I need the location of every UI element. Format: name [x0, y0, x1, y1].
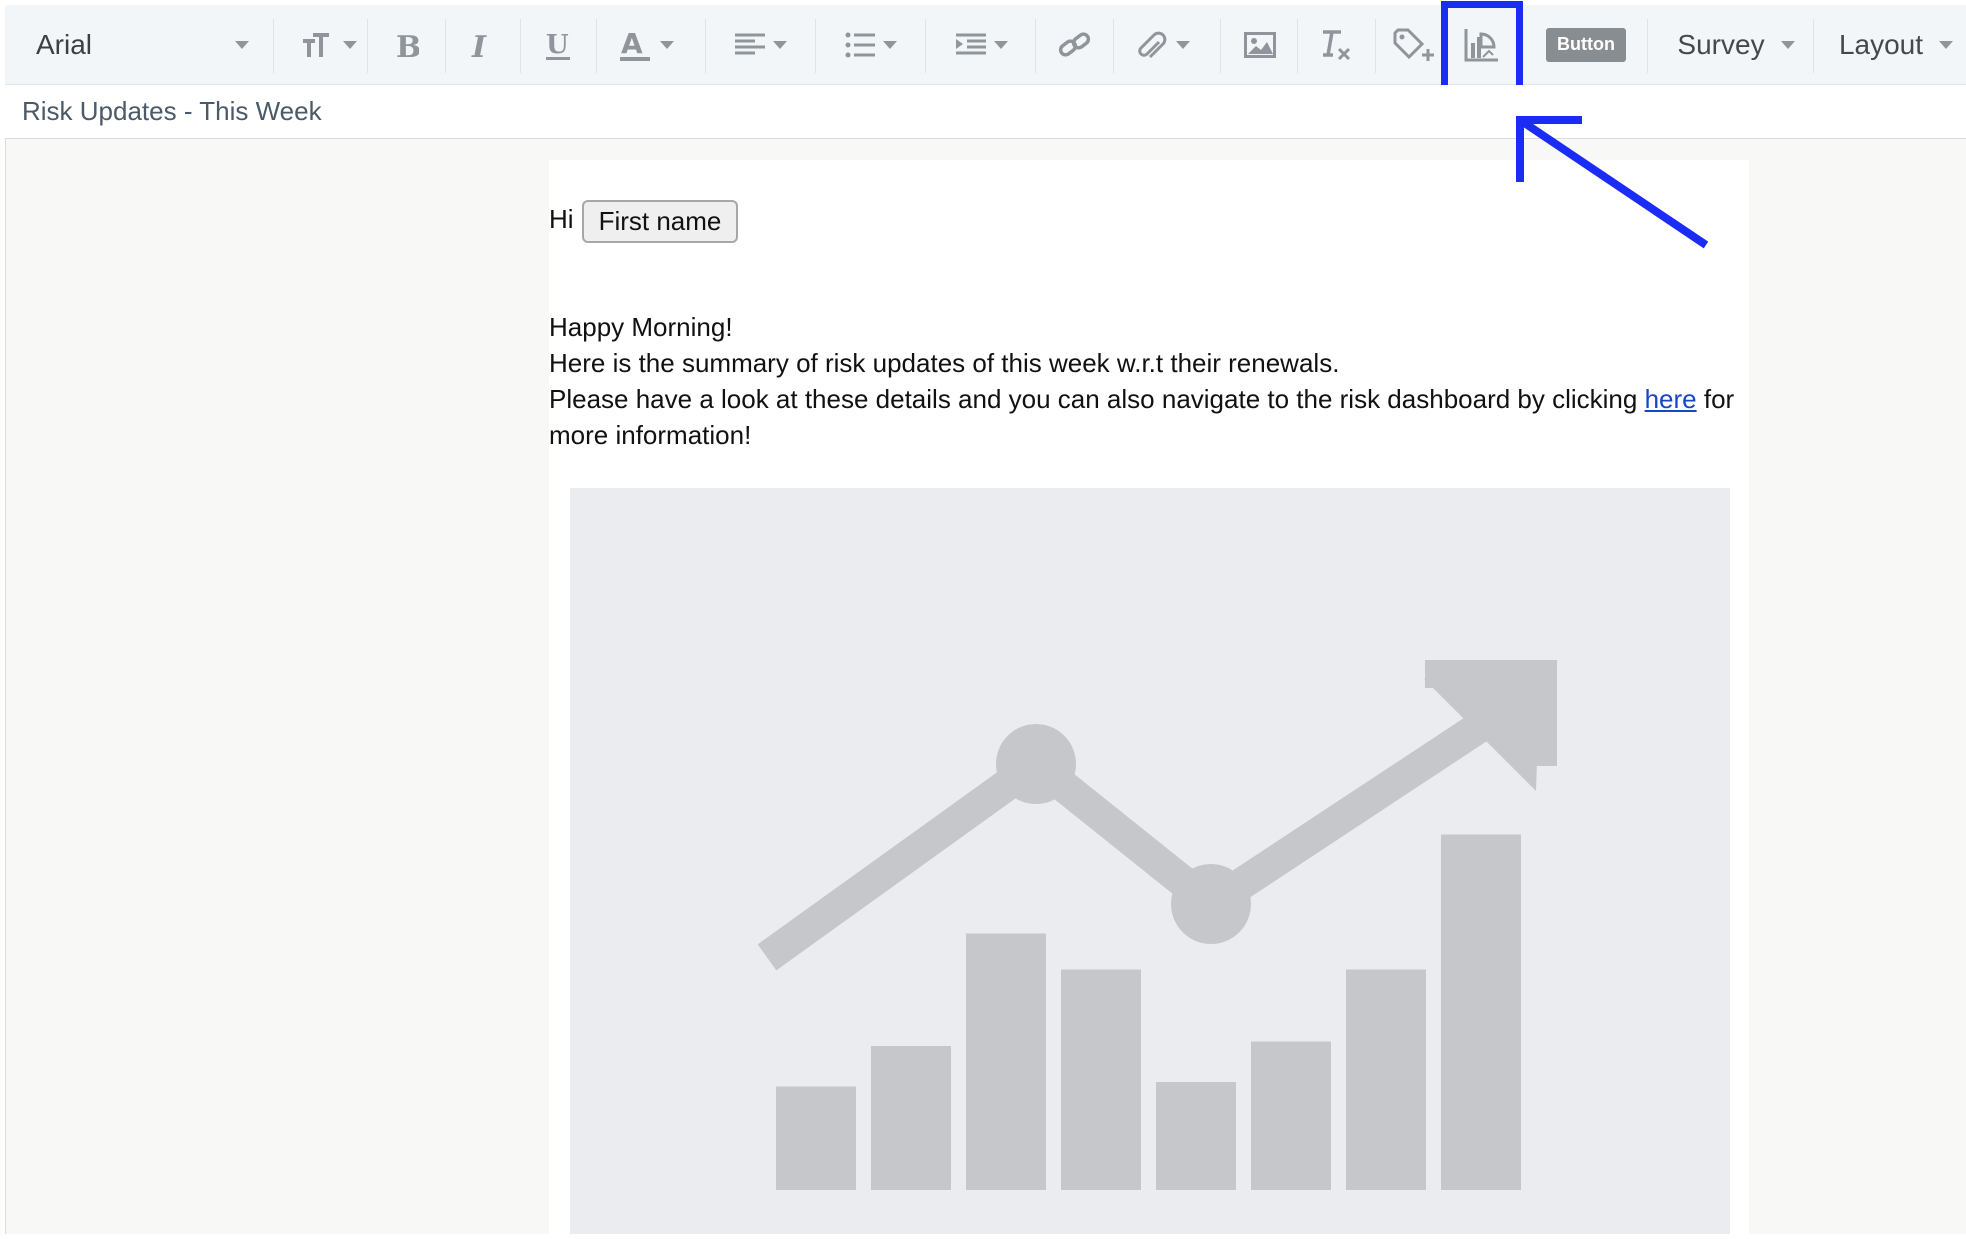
text-size-icon	[303, 32, 329, 57]
text-size-button[interactable]	[289, 5, 369, 84]
attachment-icon	[1138, 31, 1167, 58]
insert-button-chip[interactable]: Button	[1541, 5, 1631, 84]
toolbar-divider	[815, 19, 816, 73]
placeholder-bar	[871, 1046, 951, 1190]
list-button[interactable]	[833, 5, 909, 84]
annotation-arrow-icon	[1516, 116, 1709, 249]
editor-toolbar: Arial B I U A Button Survey Layout	[5, 5, 1966, 85]
chevron-down-icon	[994, 40, 1008, 49]
add-tag-button[interactable]	[1381, 5, 1447, 84]
toolbar-divider	[273, 19, 274, 73]
bold-icon: B	[396, 30, 419, 60]
toolbar-divider	[1647, 19, 1648, 73]
chevron-down-icon	[660, 40, 674, 49]
subject-field[interactable]: Risk Updates - This Week	[22, 96, 322, 127]
summary-sentence: Here is the summary of risk updates of t…	[549, 348, 1340, 378]
text-color-button[interactable]: A	[608, 5, 684, 84]
svg-text:I: I	[471, 30, 487, 60]
dashboard-sentence-start: Please have a look at these details and …	[549, 384, 1645, 414]
link-button[interactable]	[1045, 5, 1105, 84]
survey-menu-label: Survey	[1677, 28, 1765, 60]
font-family-value: Arial	[36, 28, 93, 60]
toolbar-divider	[925, 19, 926, 73]
placeholder-bar	[1251, 1041, 1331, 1190]
svg-text:B: B	[396, 30, 419, 60]
chevron-down-icon	[1780, 40, 1795, 49]
survey-menu[interactable]: Survey	[1661, 5, 1811, 84]
toolbar-divider	[705, 19, 706, 73]
clear-format-icon	[1323, 29, 1351, 60]
placeholder-bar	[966, 933, 1046, 1190]
dashboard-link[interactable]: here	[1645, 384, 1697, 414]
chevron-down-icon	[1176, 40, 1190, 49]
placeholder-bar	[1441, 834, 1521, 1190]
align-button[interactable]	[723, 5, 799, 84]
button-chip-label: Button	[1546, 27, 1626, 62]
italic-icon: I	[471, 30, 487, 60]
tag-add-icon	[1393, 28, 1434, 61]
link-icon	[1058, 31, 1091, 57]
layout-menu-label: Layout	[1838, 28, 1924, 60]
placeholder-bar	[1061, 969, 1141, 1190]
chevron-down-icon	[343, 40, 357, 49]
chevron-down-icon	[773, 40, 787, 49]
toolbar-divider	[367, 19, 368, 73]
toolbar-divider	[1297, 19, 1298, 73]
greeting-line: Hi First name	[549, 196, 739, 243]
toolbar-divider	[596, 19, 597, 73]
toolbar-divider	[520, 19, 521, 73]
image-icon	[1244, 31, 1276, 58]
toolbar-divider	[445, 19, 446, 73]
font-family-select[interactable]: Arial	[19, 5, 259, 84]
layout-menu[interactable]: Layout	[1825, 5, 1966, 84]
attachment-button[interactable]	[1125, 5, 1201, 84]
underline-icon: U	[546, 30, 570, 60]
placeholder-bar	[776, 1086, 856, 1190]
chevron-down-icon	[883, 40, 897, 49]
bold-button[interactable]: B	[377, 5, 437, 84]
svg-text:A: A	[621, 27, 643, 60]
chart-placeholder[interactable]	[570, 488, 1730, 1234]
text-color-icon: A	[620, 27, 650, 61]
toolbar-divider	[1220, 19, 1221, 73]
first-name-token[interactable]: First name	[581, 200, 739, 243]
indent-button[interactable]	[943, 5, 1021, 84]
toolbar-divider	[1113, 19, 1114, 73]
svg-text:U: U	[546, 30, 569, 60]
toolbar-divider	[1813, 19, 1814, 73]
placeholder-bar	[1156, 1082, 1236, 1190]
email-body[interactable]: Hi First name Happy Morning! Here is the…	[549, 160, 1749, 1234]
italic-button[interactable]: I	[451, 5, 511, 84]
align-icon	[735, 33, 765, 54]
dashboard-sentence: Please have a look at these details and …	[549, 381, 1739, 453]
chevron-down-icon	[1939, 40, 1954, 49]
underline-button[interactable]: U	[527, 5, 589, 84]
placeholder-bar	[1346, 969, 1426, 1190]
list-icon	[845, 32, 875, 57]
clear-format-button[interactable]	[1303, 5, 1369, 84]
chevron-down-icon	[235, 40, 249, 49]
toolbar-divider	[1375, 19, 1376, 73]
chart-placeholder-icon	[757, 660, 1557, 1190]
greeting-text: Hi	[549, 204, 574, 234]
indent-icon	[956, 33, 986, 54]
toolbar-divider	[1035, 19, 1036, 73]
greeting-message: Happy Morning!	[549, 312, 733, 342]
image-button[interactable]	[1227, 5, 1293, 84]
